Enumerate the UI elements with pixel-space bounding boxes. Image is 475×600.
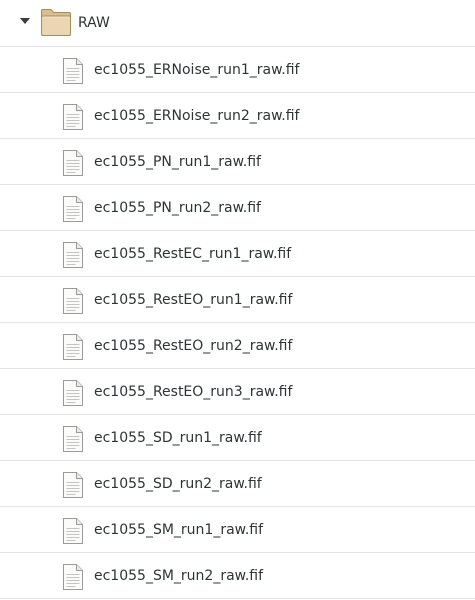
file-row[interactable]: ec1055_SD_run2_raw.fif: [0, 461, 475, 507]
file-row[interactable]: ec1055_RestEO_run1_raw.fif: [0, 277, 475, 323]
text-file-icon: [63, 196, 83, 222]
text-file-icon: [63, 472, 83, 498]
file-row[interactable]: ec1055_RestEO_run2_raw.fif: [0, 323, 475, 369]
file-name: ec1055_PN_run1_raw.fif: [94, 154, 261, 170]
text-file-icon: [63, 242, 83, 268]
text-file-icon: [63, 288, 83, 314]
text-file-icon: [63, 104, 83, 130]
text-file-icon: [63, 150, 83, 176]
file-row[interactable]: ec1055_PN_run2_raw.fif: [0, 185, 475, 231]
file-tree: RAW ec1055_ERNoise_run1_raw.fif ec1055_ER…: [0, 0, 475, 600]
file-name: ec1055_SM_run1_raw.fif: [94, 522, 264, 538]
file-name: ec1055_RestEO_run3_raw.fif: [94, 384, 293, 400]
expander-down-icon[interactable]: [20, 18, 30, 24]
file-name: ec1055_RestEO_run2_raw.fif: [94, 338, 293, 354]
folder-row-raw[interactable]: RAW: [0, 0, 475, 47]
file-name: ec1055_RestEC_run1_raw.fif: [94, 246, 292, 262]
folder-name: RAW: [78, 15, 110, 31]
file-name: ec1055_SD_run2_raw.fif: [94, 476, 262, 492]
text-file-icon: [63, 518, 83, 544]
file-name: ec1055_ERNoise_run1_raw.fif: [94, 62, 300, 78]
file-row[interactable]: ec1055_RestEC_run1_raw.fif: [0, 231, 475, 277]
file-name: ec1055_SM_run2_raw.fif: [94, 568, 264, 584]
folder-icon: [41, 9, 71, 36]
text-file-icon: [63, 380, 83, 406]
text-file-icon: [63, 334, 83, 360]
text-file-icon: [63, 58, 83, 84]
file-name: ec1055_SD_run1_raw.fif: [94, 430, 262, 446]
file-row[interactable]: ec1055_ERNoise_run1_raw.fif: [0, 47, 475, 93]
text-file-icon: [63, 564, 83, 590]
file-name: ec1055_RestEO_run1_raw.fif: [94, 292, 293, 308]
file-row[interactable]: ec1055_SM_run1_raw.fif: [0, 507, 475, 553]
file-row[interactable]: ec1055_RestEO_run3_raw.fif: [0, 369, 475, 415]
text-file-icon: [63, 426, 83, 452]
file-row[interactable]: ec1055_SM_run2_raw.fif: [0, 553, 475, 599]
file-name: ec1055_ERNoise_run2_raw.fif: [94, 108, 300, 124]
file-name: ec1055_PN_run2_raw.fif: [94, 200, 261, 216]
file-row[interactable]: ec1055_SD_run1_raw.fif: [0, 415, 475, 461]
file-row[interactable]: ec1055_ERNoise_run2_raw.fif: [0, 93, 475, 139]
file-row[interactable]: ec1055_PN_run1_raw.fif: [0, 139, 475, 185]
